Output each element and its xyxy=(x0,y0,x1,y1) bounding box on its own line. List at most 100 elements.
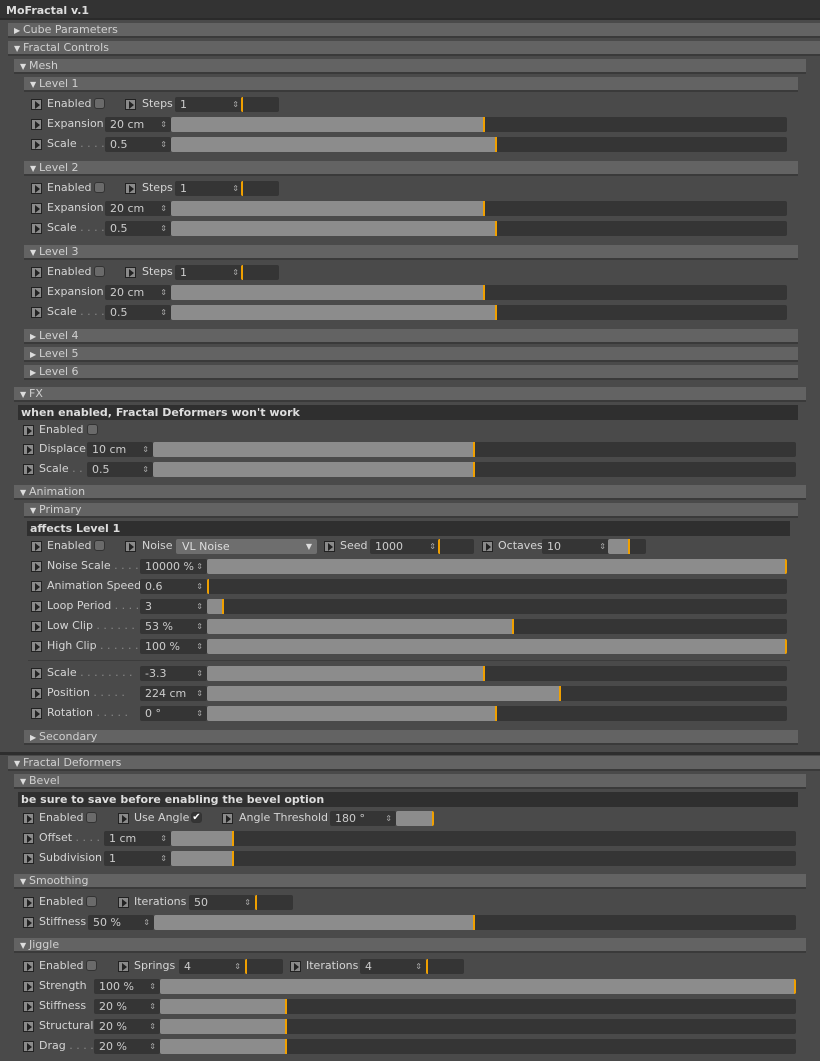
keyframe-icon[interactable] xyxy=(125,99,136,110)
keyframe-icon[interactable] xyxy=(290,961,301,972)
section-level-5[interactable]: ▶ Level 5 xyxy=(24,347,798,362)
slider-handle[interactable] xyxy=(483,666,485,681)
keyframe-icon[interactable] xyxy=(23,425,34,436)
spinner-arrows-icon[interactable]: ⇕ xyxy=(160,305,167,320)
keyframe-icon[interactable] xyxy=(23,1021,34,1032)
slider-handle[interactable] xyxy=(495,221,497,236)
section-level-2[interactable]: ▼ Level 2 xyxy=(24,161,798,176)
slider-handle[interactable] xyxy=(785,639,787,654)
spinner-arrows-icon[interactable]: ⇕ xyxy=(142,462,149,477)
section-primary[interactable]: ▼ Primary xyxy=(24,503,798,518)
keyframe-icon[interactable] xyxy=(31,708,42,719)
keyframe-icon[interactable] xyxy=(125,183,136,194)
enabled-checkbox[interactable] xyxy=(94,98,105,109)
keyframe-icon[interactable] xyxy=(31,287,42,298)
jiggle-iterations-slider[interactable] xyxy=(426,959,464,974)
steps-field[interactable]: 1 ⇕ xyxy=(175,181,243,196)
subdivision-field[interactable]: 1 ⇕ xyxy=(104,851,171,866)
displace-field[interactable]: 10 cm ⇕ xyxy=(87,442,153,457)
slider-handle[interactable] xyxy=(255,895,257,910)
scale-slider[interactable] xyxy=(171,305,787,320)
steps-slider[interactable] xyxy=(241,97,279,112)
slider-handle[interactable] xyxy=(241,265,243,280)
seed-slider[interactable] xyxy=(438,539,474,554)
slider-handle[interactable] xyxy=(628,539,630,554)
spinner-arrows-icon[interactable]: ⇕ xyxy=(385,811,392,826)
scale-field[interactable]: -3.3 ⇕ xyxy=(140,666,207,681)
seed-field[interactable]: 1000 ⇕ xyxy=(370,539,440,554)
spinner-arrows-icon[interactable]: ⇕ xyxy=(429,539,436,554)
slider-handle[interactable] xyxy=(241,97,243,112)
position-slider[interactable] xyxy=(207,686,787,701)
scale-slider[interactable] xyxy=(171,221,787,236)
section-level-6[interactable]: ▶ Level 6 xyxy=(24,365,798,380)
slider-handle[interactable] xyxy=(285,1019,287,1034)
slider-handle[interactable] xyxy=(232,851,234,866)
jiggle-strength-slider[interactable] xyxy=(160,979,796,994)
smoothing-stiffness-field[interactable]: 50 % ⇕ xyxy=(88,915,154,930)
low-clip-field[interactable]: 53 % ⇕ xyxy=(140,619,207,634)
section-level-4[interactable]: ▶ Level 4 xyxy=(24,329,798,344)
slider-handle[interactable] xyxy=(495,706,497,721)
springs-slider[interactable] xyxy=(245,959,283,974)
spinner-arrows-icon[interactable]: ⇕ xyxy=(149,1039,156,1054)
scale-field[interactable]: 0.5 ⇕ xyxy=(105,137,171,152)
enabled-checkbox[interactable] xyxy=(94,266,105,277)
spinner-arrows-icon[interactable]: ⇕ xyxy=(160,117,167,132)
keyframe-icon[interactable] xyxy=(31,641,42,652)
section-fx[interactable]: ▼ FX xyxy=(14,387,806,402)
primary-enabled-checkbox[interactable] xyxy=(94,540,105,551)
jiggle-drag-field[interactable]: 20 % ⇕ xyxy=(94,1039,160,1054)
keyframe-icon[interactable] xyxy=(23,961,34,972)
subdivision-slider[interactable] xyxy=(171,851,796,866)
keyframe-icon[interactable] xyxy=(125,541,136,552)
steps-field[interactable]: 1 ⇕ xyxy=(175,97,243,112)
keyframe-icon[interactable] xyxy=(482,541,493,552)
keyframe-icon[interactable] xyxy=(23,981,34,992)
keyframe-icon[interactable] xyxy=(31,668,42,679)
keyframe-icon[interactable] xyxy=(31,307,42,318)
spinner-arrows-icon[interactable]: ⇕ xyxy=(196,639,203,654)
scale-slider[interactable] xyxy=(207,666,787,681)
keyframe-icon[interactable] xyxy=(31,223,42,234)
spinner-arrows-icon[interactable]: ⇕ xyxy=(196,706,203,721)
use-angle-checkbox[interactable]: ✔ xyxy=(191,812,202,823)
octaves-field[interactable]: 10 ⇕ xyxy=(542,539,610,554)
slider-handle[interactable] xyxy=(432,811,434,826)
slider-handle[interactable] xyxy=(473,442,475,457)
angle-threshold-slider[interactable] xyxy=(396,811,434,826)
scale-slider[interactable] xyxy=(171,137,787,152)
expansion-slider[interactable] xyxy=(171,117,787,132)
keyframe-icon[interactable] xyxy=(23,1041,34,1052)
slider-handle[interactable] xyxy=(241,181,243,196)
keyframe-icon[interactable] xyxy=(31,99,42,110)
expansion-field[interactable]: 20 cm ⇕ xyxy=(105,117,171,132)
bevel-enabled-checkbox[interactable] xyxy=(86,812,97,823)
keyframe-icon[interactable] xyxy=(31,203,42,214)
keyframe-icon[interactable] xyxy=(222,813,233,824)
angle-threshold-field[interactable]: 180 ° ⇕ xyxy=(330,811,396,826)
jiggle-stiffness-slider[interactable] xyxy=(160,999,796,1014)
steps-field[interactable]: 1 ⇕ xyxy=(175,265,243,280)
keyframe-icon[interactable] xyxy=(118,813,129,824)
slider-handle[interactable] xyxy=(495,137,497,152)
noise-dropdown[interactable]: VL Noise ▼ xyxy=(176,539,317,554)
smoothing-enabled-checkbox[interactable] xyxy=(86,896,97,907)
expansion-field[interactable]: 20 cm ⇕ xyxy=(105,285,171,300)
scale-field[interactable]: 0.5 ⇕ xyxy=(105,305,171,320)
jiggle-enabled-checkbox[interactable] xyxy=(86,960,97,971)
spinner-arrows-icon[interactable]: ⇕ xyxy=(160,851,167,866)
high-clip-slider[interactable] xyxy=(207,639,787,654)
loop-period-field[interactable]: 3 ⇕ xyxy=(140,599,207,614)
section-level-3[interactable]: ▼ Level 3 xyxy=(24,245,798,260)
keyframe-icon[interactable] xyxy=(23,853,34,864)
spinner-arrows-icon[interactable]: ⇕ xyxy=(415,959,422,974)
slider-handle[interactable] xyxy=(473,462,475,477)
springs-field[interactable]: 4 ⇕ xyxy=(179,959,245,974)
slider-handle[interactable] xyxy=(559,686,561,701)
offset-slider[interactable] xyxy=(171,831,796,846)
keyframe-icon[interactable] xyxy=(118,897,129,908)
spinner-arrows-icon[interactable]: ⇕ xyxy=(232,265,239,280)
slider-handle[interactable] xyxy=(785,559,787,574)
jiggle-drag-slider[interactable] xyxy=(160,1039,796,1054)
